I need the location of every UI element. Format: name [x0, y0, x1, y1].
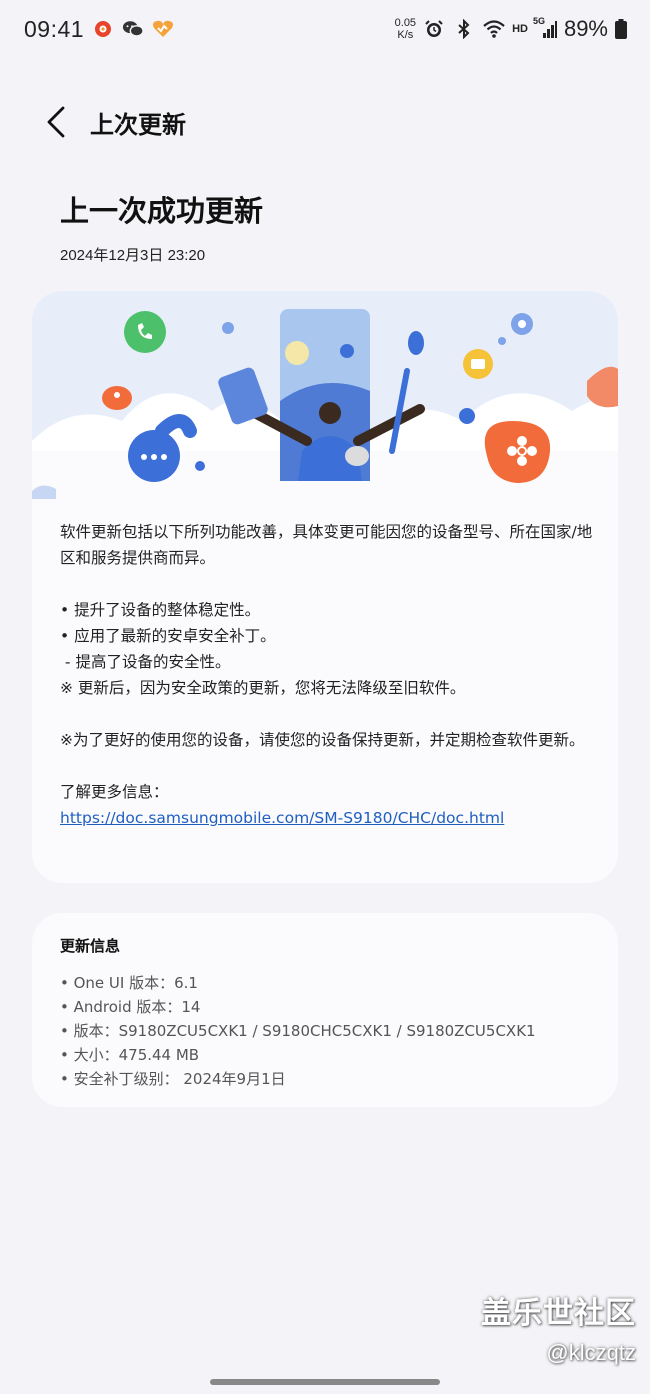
more-info-label: 了解更多信息： — [60, 783, 169, 801]
release-notes-text: 软件更新包括以下所列功能改善，具体变更可能因您的设备型号、所在国家/地区和服务提… — [60, 519, 600, 831]
hd-label: HD — [512, 23, 528, 35]
update-info-item: • 大小：475.44 MB — [60, 1046, 200, 1064]
header-title: 上次更新 — [90, 110, 186, 139]
update-date: 2024年12月3日 23:20 — [60, 247, 206, 264]
status-bar: 09:41 0.05 K/s HD 5G 89% — [0, 0, 650, 58]
update-info-item: • 版本：S9180ZCU5CXK1 / S9180CHC5CXK1 / S91… — [60, 1022, 536, 1040]
app-notification-icon — [92, 18, 114, 40]
watermark-community: 盖乐世社区 — [481, 1296, 636, 1331]
bluetooth-icon — [452, 18, 476, 40]
wifi-icon — [482, 18, 506, 40]
update-info-item: • Android 版本：14 — [60, 998, 201, 1016]
net-speed: 0.05 K/s — [395, 17, 416, 41]
update-info-title: 更新信息 — [60, 937, 121, 955]
battery-icon — [614, 18, 628, 40]
app-header: 上次更新 — [0, 90, 650, 154]
update-info-item: • 安全补丁级别： 2024年9月1日 — [60, 1070, 286, 1088]
update-illustration — [32, 291, 618, 499]
chevron-left-icon — [47, 106, 65, 138]
notes-item: • 提升了设备的整体稳定性。 — [60, 601, 261, 619]
network-label: 5G — [532, 16, 545, 26]
release-notes-card: 软件更新包括以下所列功能改善，具体变更可能因您的设备型号、所在国家/地区和服务提… — [32, 291, 618, 883]
net-speed-value: 0.05 — [394, 17, 417, 29]
update-info-item: • One UI 版本：6.1 — [60, 974, 198, 992]
update-info-card: 更新信息 • One UI 版本：6.1 • Android 版本：14 • 版… — [32, 913, 618, 1107]
more-info-link[interactable]: https://doc.samsungmobile.com/SM-S9180/C… — [60, 809, 504, 827]
update-info-list: • One UI 版本：6.1 • Android 版本：14 • 版本：S91… — [60, 971, 536, 1091]
notes-advice: ※为了更好的使用您的设备，请使您的设备保持更新，并定期检查软件更新。 — [60, 731, 585, 749]
signal-icon: 5G — [532, 16, 558, 40]
watermark-handle: @klczqtz — [546, 1340, 636, 1365]
back-button[interactable] — [26, 92, 86, 152]
alarm-icon — [422, 18, 446, 40]
page-title: 上一次成功更新 — [60, 194, 264, 228]
notes-intro: 软件更新包括以下所列功能改善，具体变更可能因您的设备型号、所在国家/地区和服务提… — [60, 523, 593, 567]
notes-item: - 提高了设备的安全性。 — [60, 653, 231, 671]
notes-item: ※ 更新后，因为安全政策的更新，您将无法降级至旧软件。 — [60, 679, 466, 697]
status-time: 09:41 — [24, 15, 85, 42]
status-left: 09:41 — [24, 16, 174, 43]
net-speed-unit: K/s — [397, 29, 414, 41]
battery-level: 89% — [563, 16, 608, 41]
app-heart-icon — [152, 18, 174, 40]
wechat-icon — [122, 18, 144, 40]
notes-item: • 应用了最新的安卓安全补丁。 — [60, 627, 276, 645]
status-right: 0.05 K/s HD 5G 89% — [395, 16, 628, 42]
home-indicator[interactable] — [210, 1379, 440, 1385]
